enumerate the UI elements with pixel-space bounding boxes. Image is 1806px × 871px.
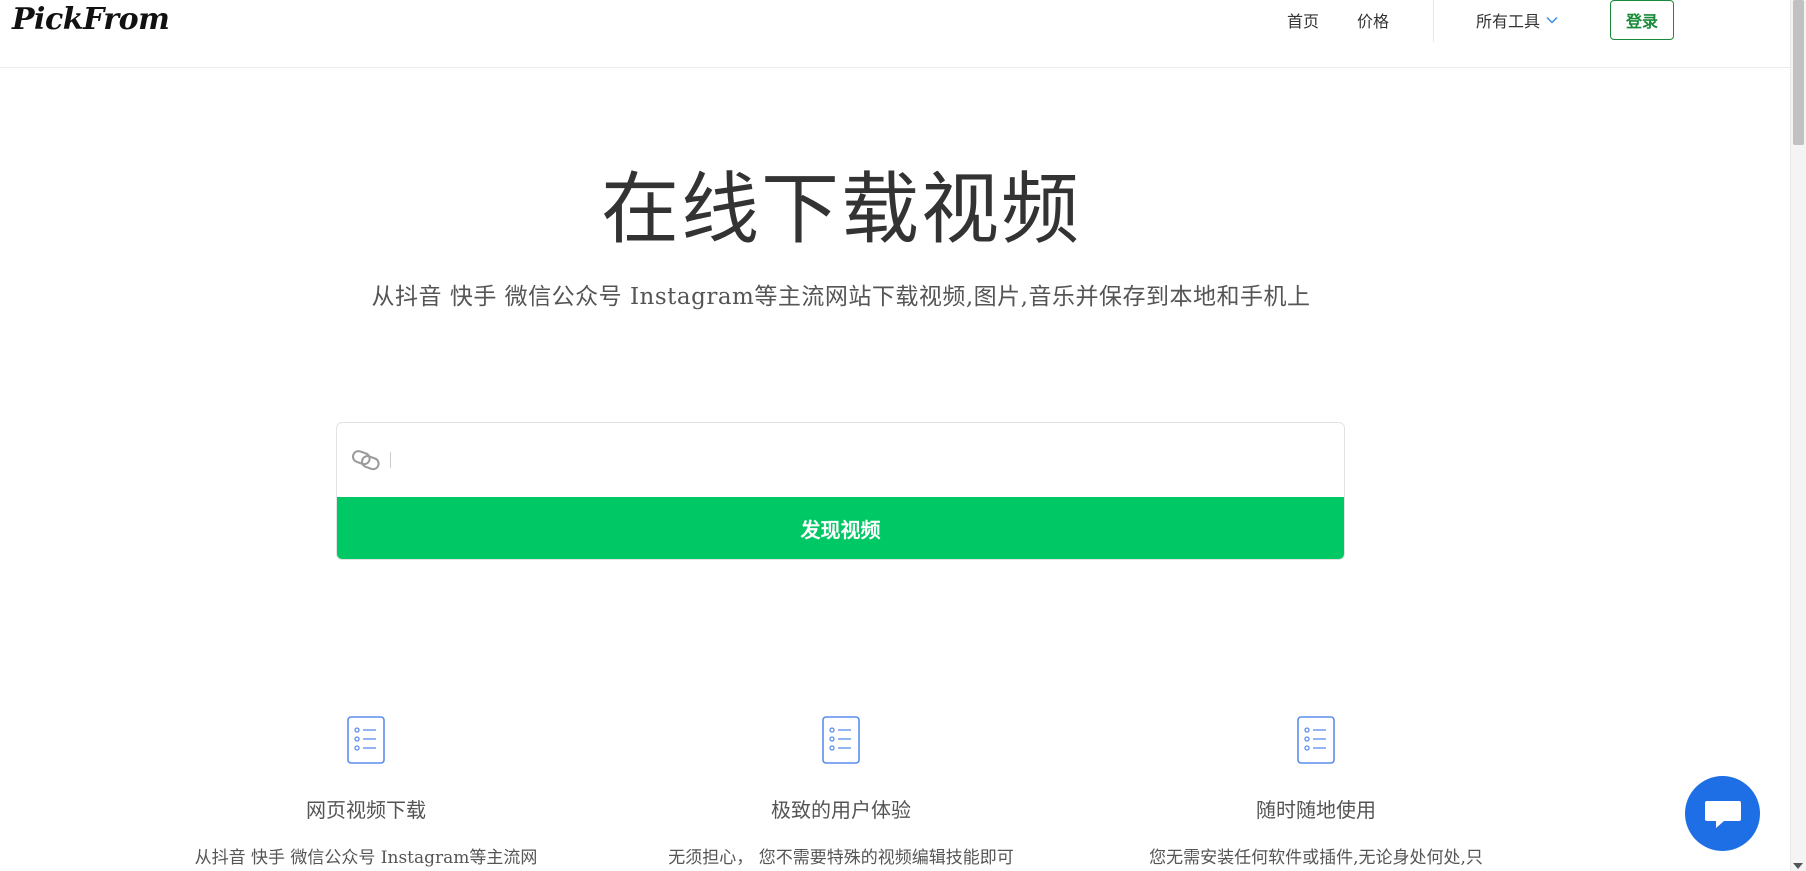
list-document-icon (347, 716, 385, 764)
list-document-icon (1297, 716, 1335, 764)
list-document-icon (822, 716, 860, 764)
page-subtitle: 从抖音 快手 微信公众号 Instagram等主流网站下载视频,图片,音乐并保存… (371, 284, 1311, 310)
feature-description: 无须担心， 您不需要特殊的视频编辑技能即可 (668, 848, 1014, 868)
nav-home[interactable]: 首页 (1287, 8, 1319, 32)
feature-description: 从抖音 快手 微信公众号 Instagram等主流网 (194, 848, 538, 868)
all-tools-dropdown[interactable]: 所有工具 (1476, 8, 1558, 32)
feature-card: 极致的用户体验 无须担心， 您不需要特殊的视频编辑技能即可 (641, 715, 1041, 868)
login-button[interactable]: 登录 (1610, 0, 1674, 40)
feature-card: 网页视频下载 从抖音 快手 微信公众号 Instagram等主流网 (166, 715, 566, 868)
url-input-row (337, 423, 1344, 497)
chevron-down-icon (1546, 16, 1558, 24)
discover-video-button[interactable]: 发现视频 (337, 497, 1344, 559)
video-url-input[interactable] (397, 441, 1331, 481)
search-panel: 发现视频 (336, 422, 1345, 560)
feature-card: 随时随地使用 您无需安装任何软件或插件,无论身处何处,只 (1116, 715, 1516, 868)
top-navbar: PickFrom 首页 价格 所有工具 登录 (0, 0, 1790, 68)
logo[interactable]: PickFrom (12, 2, 170, 37)
scrollbar-thumb[interactable] (1793, 0, 1804, 145)
scroll-down-arrow-icon[interactable] (1793, 863, 1803, 869)
feature-title: 极致的用户体验 (771, 798, 911, 822)
all-tools-label: 所有工具 (1476, 12, 1541, 31)
link-icon (351, 450, 380, 471)
chat-button[interactable] (1685, 776, 1760, 851)
chat-icon (1704, 800, 1741, 828)
feature-description: 您无需安装任何软件或插件,无论身处何处,只 (1149, 848, 1483, 868)
nav-pricing[interactable]: 价格 (1357, 8, 1389, 32)
text-caret (390, 452, 391, 468)
page-title: 在线下载视频 (600, 165, 1081, 255)
nav-divider (1433, 0, 1434, 42)
page-scrollbar[interactable] (1790, 0, 1806, 871)
feature-title: 网页视频下载 (306, 798, 426, 822)
feature-title: 随时随地使用 (1256, 798, 1376, 822)
